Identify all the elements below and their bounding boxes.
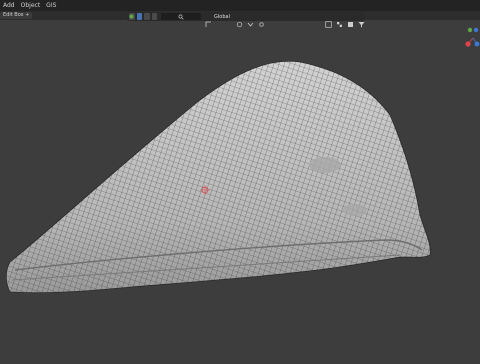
navigation-gizmo-icon[interactable] <box>464 24 480 50</box>
proportional-edit-icon[interactable] <box>258 13 265 27</box>
menu-add[interactable]: Add <box>3 2 15 9</box>
filter-icon[interactable] <box>358 13 365 28</box>
edge-select-button[interactable] <box>144 13 150 20</box>
mode-dropdown[interactable]: Edit Box + <box>0 12 33 19</box>
face-select-button[interactable] <box>151 13 158 20</box>
global-orientation-icon[interactable] <box>205 13 212 27</box>
search-field[interactable] <box>161 13 202 20</box>
xray-icon[interactable] <box>336 13 343 27</box>
3d-viewport[interactable] <box>0 20 480 360</box>
menu-gis[interactable]: GIS <box>46 2 56 9</box>
mesh-model <box>5 60 431 294</box>
orientation-dropdown[interactable]: Global <box>212 14 232 20</box>
vertex-select-button[interactable] <box>136 13 143 20</box>
overlay-icon[interactable] <box>325 13 332 28</box>
shading-icon[interactable] <box>347 13 354 27</box>
top-menu-bar: Add Object GIS <box>0 0 480 11</box>
mode-select-icon[interactable] <box>129 13 135 20</box>
search-icon <box>178 14 184 20</box>
menu-object[interactable]: Object <box>21 2 41 9</box>
snap-icon[interactable] <box>247 13 254 27</box>
pivot-icon[interactable] <box>236 13 243 28</box>
